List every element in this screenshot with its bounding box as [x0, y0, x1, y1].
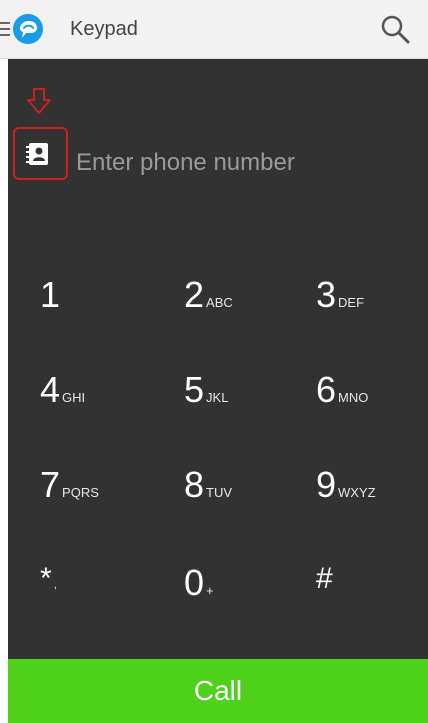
- call-button[interactable]: Call: [8, 659, 428, 723]
- dial-key-letters: TUV: [206, 485, 233, 500]
- dial-key-digit: 7: [40, 464, 61, 505]
- dial-key-6[interactable]: 6 MNO: [316, 369, 428, 439]
- dial-key-letters: ,: [53, 579, 57, 591]
- dial-key-5[interactable]: 5 JKL: [184, 369, 314, 439]
- dial-key-star[interactable]: *,: [40, 562, 170, 632]
- dial-key-digit: 4: [40, 369, 61, 410]
- app-logo-icon[interactable]: [11, 13, 45, 47]
- dial-key-digit: #: [316, 562, 333, 595]
- dial-key-hash[interactable]: #: [316, 562, 428, 632]
- dial-key-1[interactable]: 1: [40, 274, 170, 344]
- down-arrow-icon: [27, 88, 51, 114]
- dial-key-digit: 1: [40, 274, 61, 315]
- app-header: Keypad: [0, 0, 428, 59]
- dial-key-digit: 0: [184, 562, 205, 603]
- dial-key-letters: GHI: [62, 390, 86, 405]
- dial-key-digit: 2: [184, 274, 205, 315]
- call-button-label: Call: [193, 675, 243, 706]
- dial-key-7[interactable]: 7 PQRS: [40, 464, 170, 534]
- search-icon[interactable]: [378, 12, 412, 46]
- hamburger-menu-icon[interactable]: [0, 22, 10, 38]
- phone-number-input[interactable]: [74, 145, 408, 181]
- dial-key-digit: *: [40, 562, 52, 595]
- dial-key-digit: 9: [316, 464, 337, 505]
- dial-key-2[interactable]: 2 ABC: [184, 274, 314, 344]
- page-title: Keypad: [70, 18, 138, 40]
- dial-key-letters: ABC: [206, 295, 233, 310]
- dial-key-letters: PQRS: [62, 485, 99, 500]
- dialer-panel: 12ABC3DEF4GHI5JKL6MNO7PQRS8TUV9WXYZ*,0+#: [8, 59, 428, 659]
- dial-key-letters: JKL: [206, 390, 229, 405]
- dial-key-letters: +: [206, 583, 214, 598]
- dial-key-letters: MNO: [338, 390, 369, 405]
- dial-key-3[interactable]: 3 DEF: [316, 274, 428, 344]
- dial-key-letters: WXYZ: [338, 485, 376, 500]
- dial-key-digit: 8: [184, 464, 205, 505]
- dial-key-9[interactable]: 9 WXYZ: [316, 464, 428, 534]
- dial-key-0[interactable]: 0 +: [184, 562, 314, 632]
- contacts-book-icon[interactable]: [24, 142, 50, 166]
- dial-key-digit: 6: [316, 369, 337, 410]
- dial-key-8[interactable]: 8 TUV: [184, 464, 314, 534]
- dial-key-digit: 3: [316, 274, 337, 315]
- dial-key-digit: 5: [184, 369, 205, 410]
- dial-key-letters: DEF: [338, 295, 365, 310]
- dial-key-4[interactable]: 4 GHI: [40, 369, 170, 439]
